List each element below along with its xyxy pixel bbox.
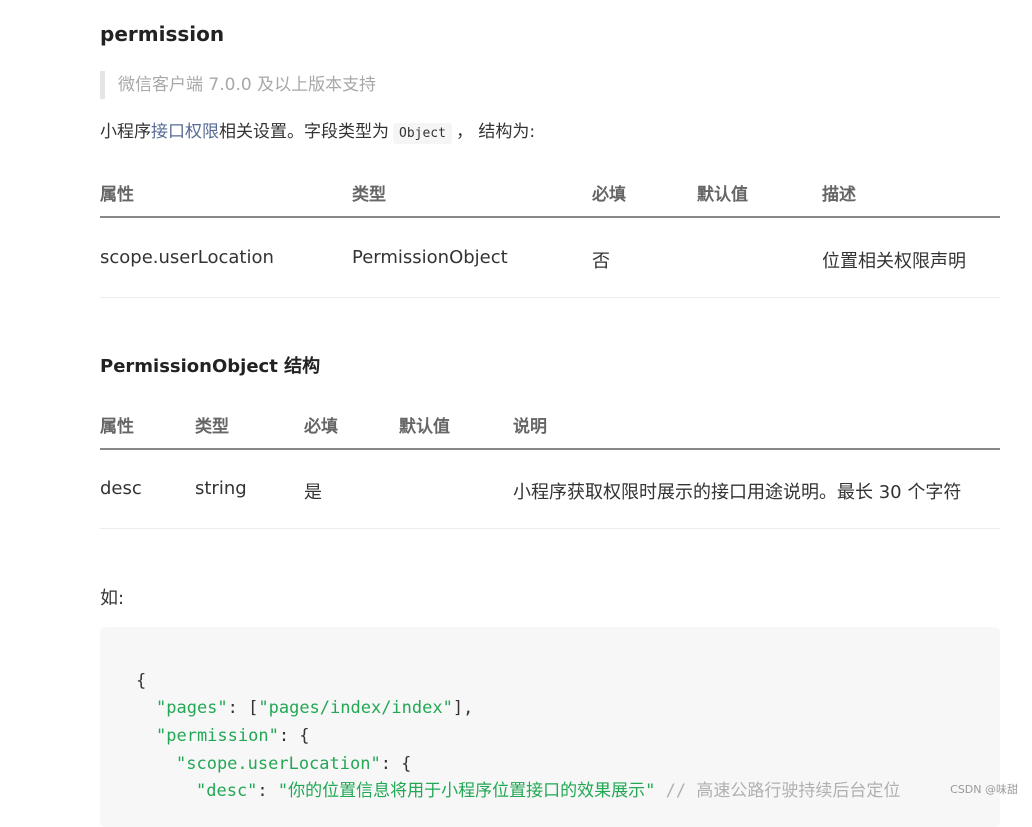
code-block[interactable]: { "pages": ["pages/index/index"], "permi… xyxy=(100,627,1000,827)
description-middle: 相关设置。字段类型为 xyxy=(219,122,389,142)
cell-explanation: 小程序获取权限时展示的接口用途说明。最长 30 个字符 xyxy=(513,482,962,503)
code-line: "pages": ["pages/index/index"], xyxy=(156,694,473,722)
table-header-default: 默认值 xyxy=(399,417,450,437)
code-line: "permission": { xyxy=(156,722,310,750)
code-punct: ], xyxy=(452,698,474,718)
interface-permission-link[interactable]: 接口权限 xyxy=(151,122,219,142)
code-punct: : xyxy=(257,781,278,801)
table-header-divider xyxy=(100,448,1000,450)
description-prefix: 小程序 xyxy=(100,122,151,142)
description-text: 小程序接口权限相关设置。字段类型为 Object， 结构为: xyxy=(100,118,535,148)
type-code: Object xyxy=(393,123,452,144)
code-key: "permission" xyxy=(156,726,279,746)
code-key: "scope.userLocation" xyxy=(176,754,381,774)
code-punct: : { xyxy=(380,754,412,774)
table-header-required: 必填 xyxy=(592,185,626,205)
code-punct: : { xyxy=(278,726,310,746)
version-note: 微信客户端 7.0.0 及以上版本支持 xyxy=(100,71,376,99)
cell-required: 是 xyxy=(304,482,322,503)
table-header-divider xyxy=(100,216,1000,218)
permission-object-title: PermissionObject 结构 xyxy=(100,356,321,377)
cell-attribute: scope.userLocation xyxy=(100,247,274,268)
example-label: 如: xyxy=(100,588,125,609)
cell-description: 位置相关权限声明 xyxy=(822,251,966,272)
code-comment: // 高速公路行驶持续后台定位 xyxy=(655,781,901,801)
code-brace: { xyxy=(136,671,147,691)
table-header-description: 描述 xyxy=(822,185,856,205)
code-line: { xyxy=(136,667,146,695)
description-suffix: ， 结构为: xyxy=(455,122,536,142)
code-key: "desc" xyxy=(196,781,258,801)
section-title: permission xyxy=(100,22,225,46)
code-line: "scope.userLocation": { xyxy=(176,750,411,778)
table-header-type: 类型 xyxy=(352,185,386,205)
table-header-attribute: 属性 xyxy=(100,185,134,205)
cell-required: 否 xyxy=(592,251,610,272)
cell-attribute: desc xyxy=(100,478,142,499)
code-line: "desc": "你的位置信息将用于小程序位置接口的效果展示" // 高速公路行… xyxy=(196,777,900,805)
csdn-watermark: CSDN @味甜 xyxy=(950,783,1018,796)
code-string: "你的位置信息将用于小程序位置接口的效果展示" xyxy=(277,781,656,801)
table-header-type: 类型 xyxy=(195,417,229,437)
table-header-required: 必填 xyxy=(304,417,338,437)
table-row-divider xyxy=(100,297,1000,298)
table-header-attribute: 属性 xyxy=(100,417,134,437)
table-header-default: 默认值 xyxy=(697,185,748,205)
code-key: "pages" xyxy=(156,698,228,718)
code-punct: : [ xyxy=(227,698,259,718)
table-header-explanation: 说明 xyxy=(513,417,547,437)
cell-type: PermissionObject xyxy=(352,247,508,268)
cell-type: string xyxy=(195,478,247,499)
code-string: "pages/index/index" xyxy=(258,698,453,718)
table-row-divider xyxy=(100,528,1000,529)
